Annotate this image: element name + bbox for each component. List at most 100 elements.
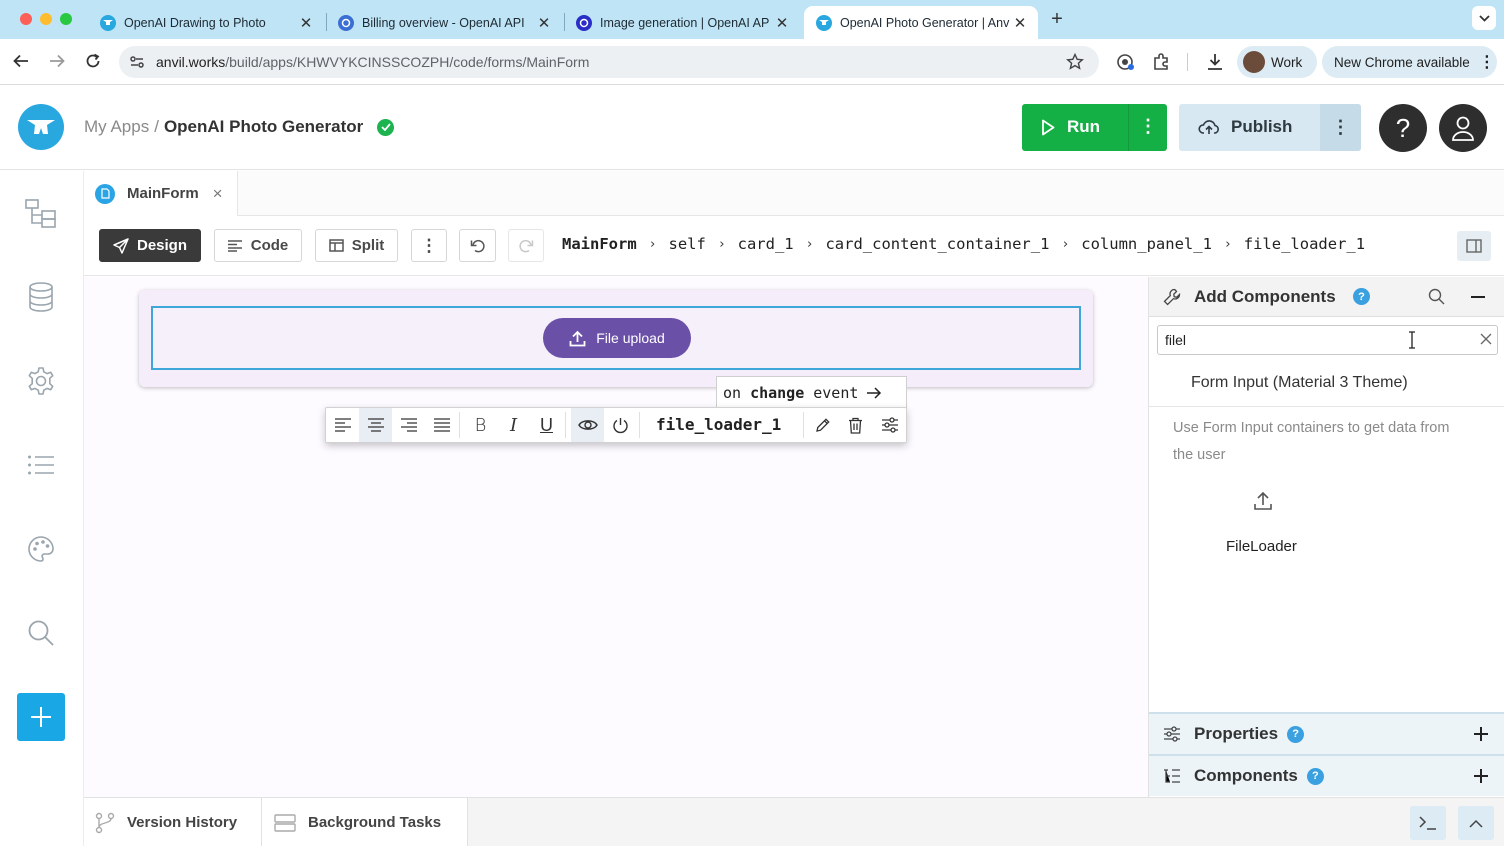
extension-icon[interactable]: [1116, 52, 1136, 72]
new-tab-icon[interactable]: +: [1046, 9, 1068, 31]
component-category-header[interactable]: Form Input (Material 3 Theme): [1149, 363, 1504, 407]
help-icon[interactable]: ?: [1287, 725, 1305, 743]
app-browser-icon[interactable]: [24, 196, 58, 230]
settings-gear-icon[interactable]: [24, 364, 58, 398]
search-icon[interactable]: [1428, 288, 1445, 305]
card-1[interactable]: File upload: [139, 290, 1093, 387]
design-button[interactable]: Design: [99, 229, 201, 262]
selected-column-panel[interactable]: File upload: [151, 306, 1081, 370]
toggle-panel-button[interactable]: [1457, 231, 1491, 261]
publish-options-kebab-icon[interactable]: ⋮: [1320, 104, 1361, 151]
minimize-window-button[interactable]: [40, 13, 52, 25]
bookmark-star-icon[interactable]: [1066, 53, 1084, 71]
clear-search-icon[interactable]: [1480, 333, 1492, 345]
chrome-update-button[interactable]: New Chrome available ⋮: [1322, 46, 1497, 78]
tab-search-chevron-icon[interactable]: [1472, 6, 1496, 30]
component-search-input[interactable]: filel: [1157, 325, 1498, 355]
align-center-icon[interactable]: [359, 408, 392, 442]
breadcrumb-item[interactable]: card_content_container_1: [825, 235, 1049, 253]
redo-button[interactable]: [508, 229, 544, 262]
saved-check-icon: [377, 118, 395, 136]
search-icon[interactable]: [24, 616, 58, 650]
breadcrumb-item[interactable]: MainForm: [562, 235, 637, 253]
theme-palette-icon[interactable]: [24, 532, 58, 566]
help-icon[interactable]: ?: [1353, 288, 1370, 305]
run-button[interactable]: Run ⋮: [1022, 104, 1167, 151]
reload-icon[interactable]: [84, 52, 102, 70]
tab-close-icon[interactable]: ×: [213, 184, 223, 204]
puzzle-extensions-icon[interactable]: [1152, 52, 1172, 72]
undo-button[interactable]: [459, 229, 496, 262]
address-bar[interactable]: anvil.works/build/apps/KHWVYKCINSSCOZPH/…: [119, 46, 1099, 78]
anvil-logo-icon[interactable]: [18, 104, 64, 150]
collapse-minus-icon[interactable]: [1471, 296, 1485, 298]
background-tasks-button[interactable]: Background Tasks: [262, 798, 468, 846]
close-window-button[interactable]: [20, 13, 32, 25]
code-button[interactable]: Code: [214, 229, 302, 262]
component-breadcrumb: MainForm › self › card_1 › card_content_…: [562, 235, 1365, 253]
more-options-kebab-icon[interactable]: ⋮: [411, 229, 447, 262]
tab-close-icon[interactable]: ✕: [298, 14, 314, 32]
text-cursor-icon: [1408, 331, 1416, 349]
fileloader-component[interactable]: FileLoader: [1203, 485, 1323, 565]
enabled-power-icon[interactable]: [604, 408, 637, 442]
cloud-upload-icon: [1198, 118, 1220, 136]
browser-tab-active[interactable]: OpenAI Photo Generator | Anv ✕: [804, 6, 1038, 39]
split-button[interactable]: Split: [315, 229, 398, 262]
align-justify-icon[interactable]: [425, 408, 458, 442]
breadcrumb-item[interactable]: self: [668, 235, 705, 253]
properties-sliders-icon[interactable]: [873, 408, 906, 442]
help-button[interactable]: ?: [1379, 104, 1427, 152]
forward-arrow-icon[interactable]: [48, 52, 66, 70]
expand-panel-button[interactable]: [1458, 806, 1494, 840]
visibility-eye-icon[interactable]: [571, 408, 604, 442]
add-feature-button[interactable]: [17, 693, 65, 741]
design-canvas[interactable]: File upload on change event B I U file_l…: [84, 277, 1148, 797]
tab-close-icon[interactable]: ✕: [1012, 14, 1028, 32]
rename-pencil-icon[interactable]: [806, 408, 839, 442]
kebab-menu-icon[interactable]: ⋮: [1479, 52, 1495, 72]
tab-mainform[interactable]: MainForm ×: [84, 171, 238, 216]
list-icon[interactable]: [24, 448, 58, 482]
italic-icon[interactable]: I: [497, 408, 530, 442]
browser-tab-strip: OpenAI Drawing to Photo ✕ Billing overvi…: [0, 0, 1504, 39]
breadcrumb-item[interactable]: card_1: [738, 235, 794, 253]
browser-tab[interactable]: OpenAI Drawing to Photo ✕: [88, 6, 324, 39]
version-history-button[interactable]: Version History: [84, 798, 262, 846]
button-divider: [1128, 104, 1129, 151]
align-left-icon[interactable]: [326, 408, 359, 442]
add-components-header: Add Components ?: [1149, 277, 1504, 317]
open-console-button[interactable]: [1410, 806, 1446, 840]
database-icon[interactable]: [24, 280, 58, 314]
properties-section[interactable]: Properties ?: [1149, 712, 1504, 754]
delete-trash-icon[interactable]: [839, 408, 872, 442]
site-settings-icon[interactable]: [129, 54, 145, 70]
expand-plus-icon[interactable]: [1474, 727, 1488, 741]
zoom-window-button[interactable]: [60, 13, 72, 25]
change-event-link[interactable]: on change event: [716, 376, 907, 408]
file-upload-button[interactable]: File upload: [543, 318, 691, 358]
publish-button[interactable]: Publish ⋮: [1179, 104, 1361, 151]
back-arrow-icon[interactable]: [12, 52, 30, 70]
account-button[interactable]: [1439, 104, 1487, 152]
align-right-icon[interactable]: [392, 408, 425, 442]
split-view-icon: [329, 239, 344, 252]
breadcrumb-item[interactable]: column_panel_1: [1081, 235, 1212, 253]
browser-tab[interactable]: Billing overview - OpenAI API ✕: [326, 6, 562, 39]
browser-tab[interactable]: Image generation | OpenAI AP ✕: [564, 6, 800, 39]
underline-icon[interactable]: U: [530, 408, 563, 442]
bold-icon[interactable]: B: [464, 408, 497, 442]
paper-plane-icon: [113, 237, 129, 254]
my-apps-link[interactable]: My Apps: [84, 117, 149, 137]
run-options-kebab-icon[interactable]: ⋮: [1139, 116, 1157, 137]
help-icon[interactable]: ?: [1306, 767, 1324, 785]
profile-button[interactable]: Work: [1237, 46, 1317, 78]
download-icon[interactable]: [1205, 52, 1225, 72]
breadcrumb-item[interactable]: file_loader_1: [1244, 235, 1365, 253]
tab-close-icon[interactable]: ✕: [536, 14, 552, 32]
toolbar-divider: [1187, 53, 1188, 71]
expand-plus-icon[interactable]: [1474, 769, 1488, 783]
run-label: Run: [1067, 117, 1101, 136]
tab-close-icon[interactable]: ✕: [774, 14, 790, 32]
components-section[interactable]: Components ?: [1149, 754, 1504, 796]
